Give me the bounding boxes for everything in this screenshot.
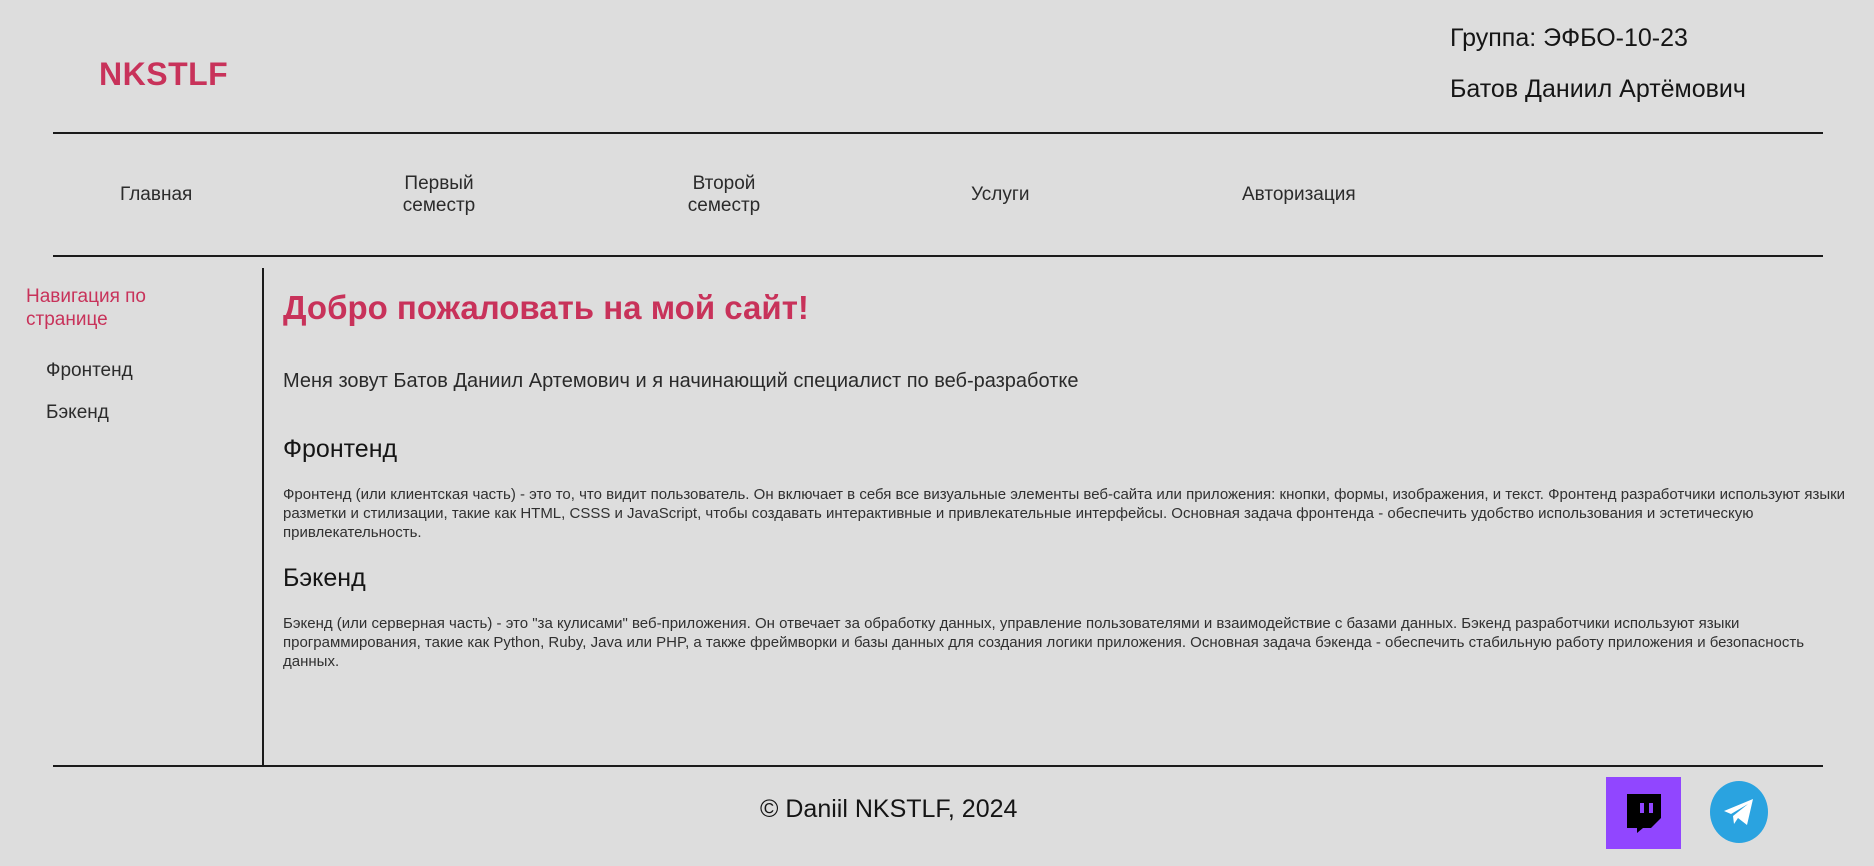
nav-auth[interactable]: Авторизация xyxy=(1242,184,1356,206)
nav-home[interactable]: Главная xyxy=(120,184,192,206)
nav-divider xyxy=(53,255,1823,257)
nav-second-semester[interactable]: Второй семестр xyxy=(684,173,764,217)
header-divider xyxy=(53,132,1823,134)
frontend-text: Фронтенд (или клиентская часть) - это то… xyxy=(283,486,1846,541)
sidebar-title: Навигация по странице xyxy=(26,286,146,330)
sidebar-divider xyxy=(262,268,264,766)
student-info: Группа: ЭФБО-10-23 Батов Даниил Артёмови… xyxy=(1450,24,1746,104)
main-content: Добро пожаловать на мой сайт! Меня зовут… xyxy=(283,286,1855,671)
sidebar-link-backend[interactable]: Бэкенд xyxy=(46,402,109,424)
telegram-link[interactable] xyxy=(1710,781,1768,843)
sidebar-link-frontend[interactable]: Фронтенд xyxy=(46,360,133,382)
backend-text: Бэкенд (или серверная часть) - это "за к… xyxy=(283,615,1805,670)
copyright-text: © Daniil NKSTLF, 2024 xyxy=(760,795,1018,823)
footer-divider xyxy=(53,765,1823,767)
backend-heading: Бэкенд xyxy=(283,564,366,592)
nav-services[interactable]: Услуги xyxy=(971,184,1029,206)
telegram-icon xyxy=(1724,799,1753,825)
twitch-link[interactable] xyxy=(1606,777,1681,849)
frontend-heading: Фронтенд xyxy=(283,435,398,463)
intro-text: Меня зовут Батов Даниил Артемович и я на… xyxy=(283,370,1079,392)
twitch-icon xyxy=(1627,794,1661,833)
student-name: Батов Даниил Артёмович xyxy=(1450,75,1746,103)
nav-first-semester[interactable]: Первый семестр xyxy=(399,173,479,217)
group-label: Группа: ЭФБО-10-23 xyxy=(1450,24,1688,52)
site-logo[interactable]: NKSTLF xyxy=(99,56,228,93)
page-title: Добро пожаловать на мой сайт! xyxy=(283,289,809,326)
